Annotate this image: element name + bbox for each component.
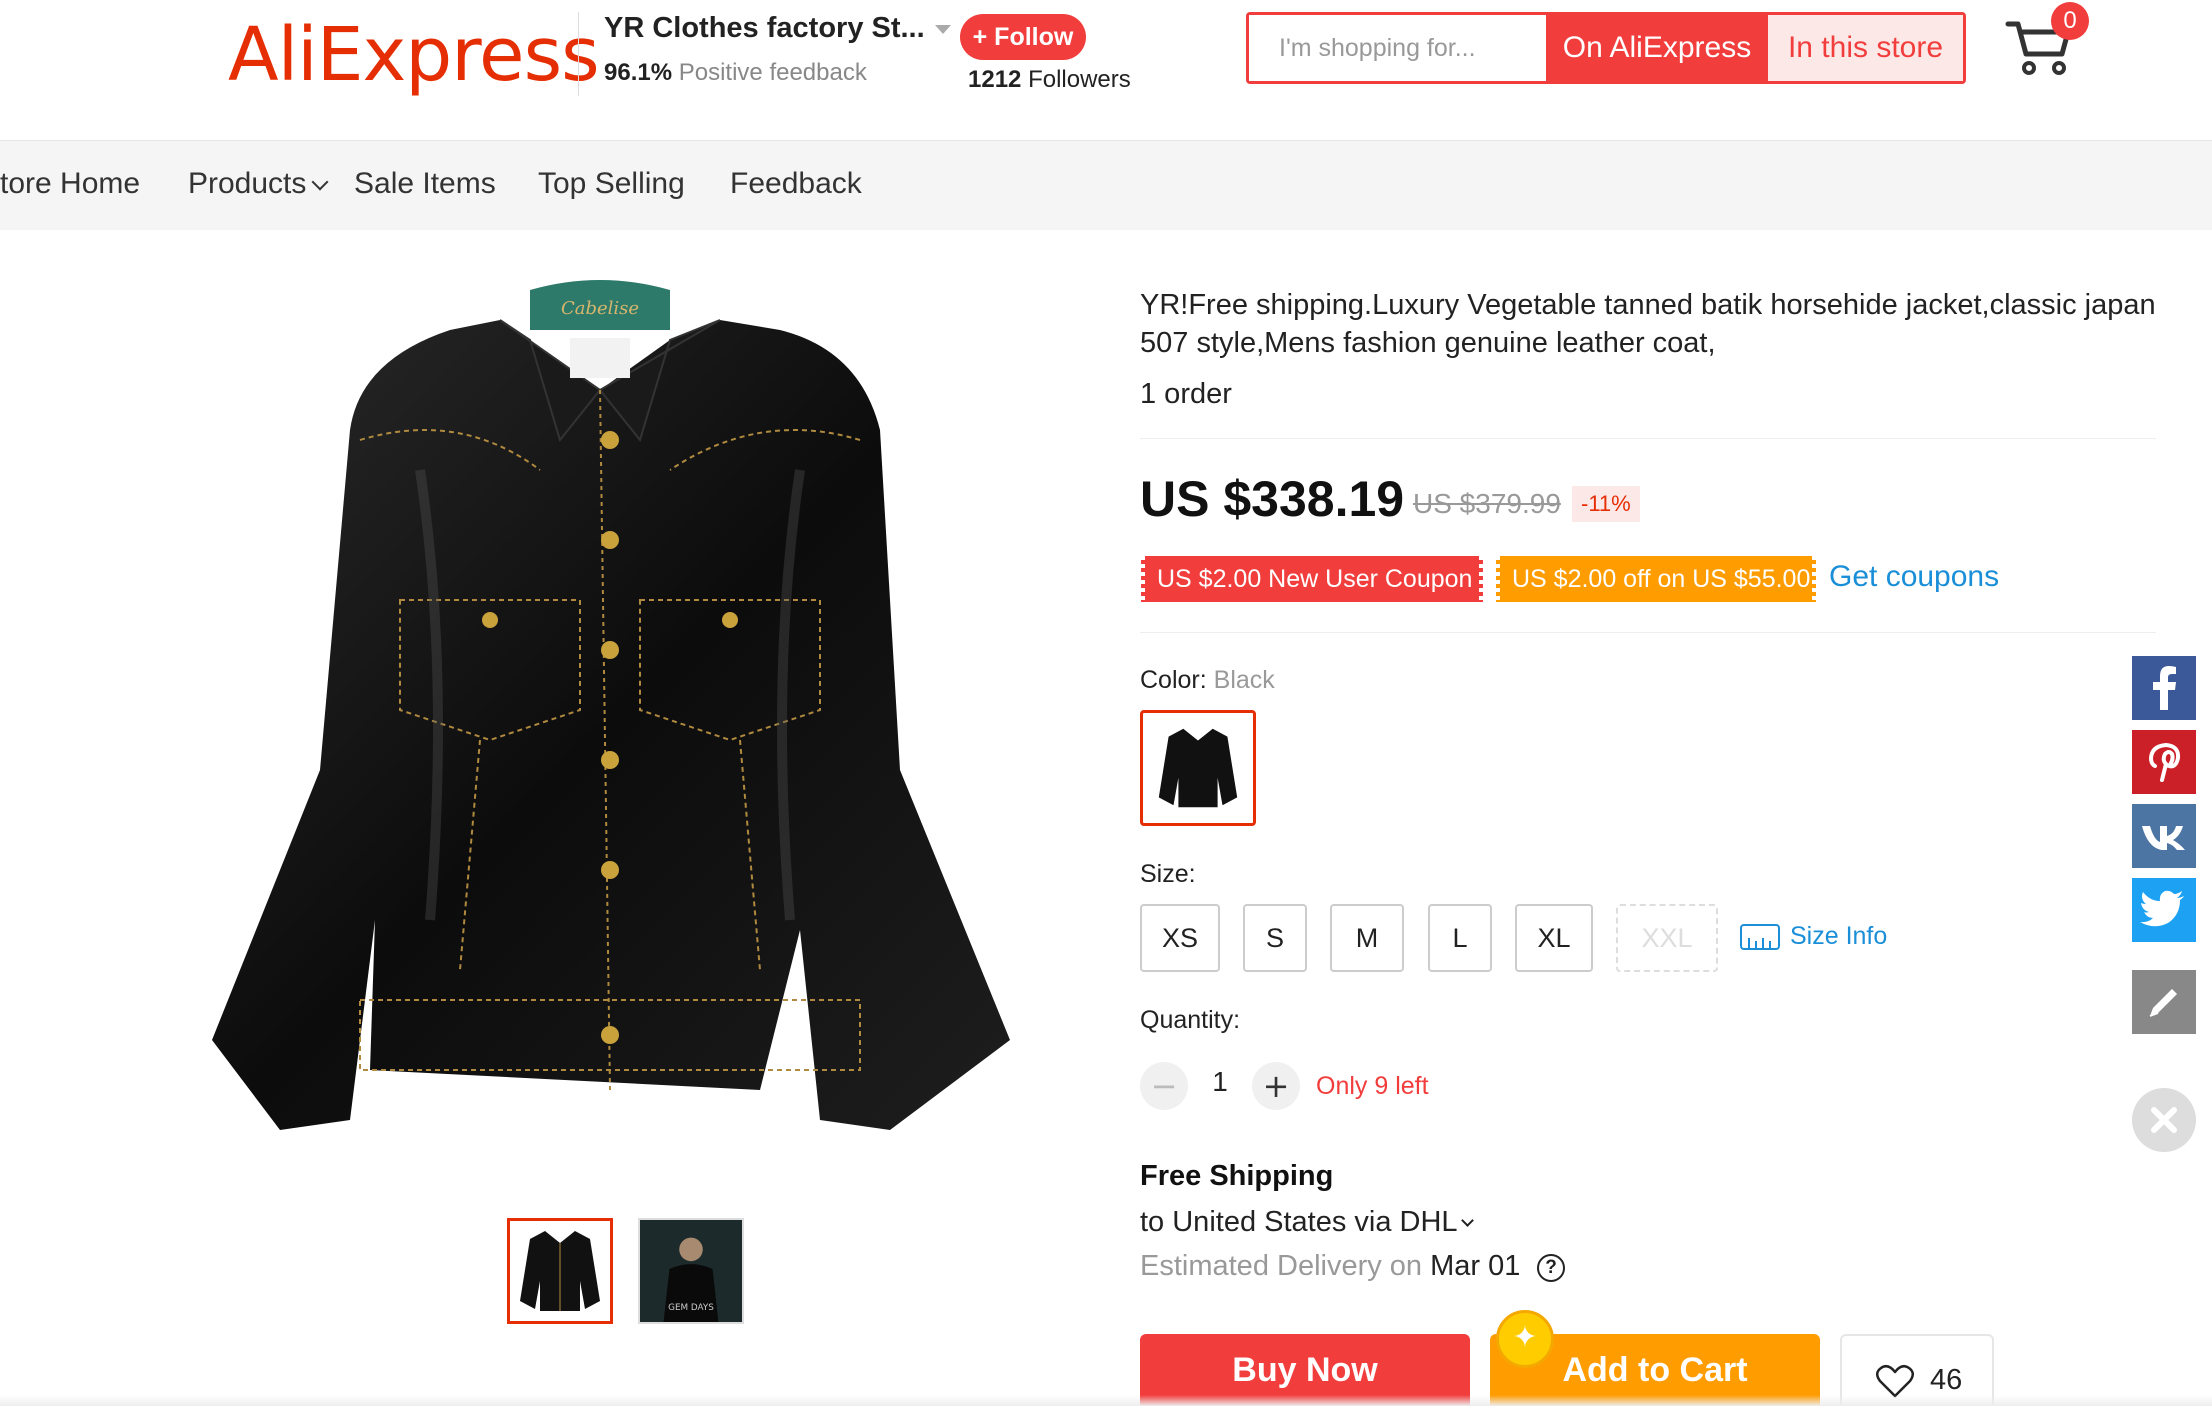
wishlist-count: 46: [1930, 1364, 1963, 1396]
store-nav: tore Home Products Sale Items Top Sellin…: [0, 141, 2212, 230]
follow-button[interactable]: + Follow: [960, 14, 1086, 60]
chevron-down-icon[interactable]: [1460, 1214, 1474, 1227]
shipping-destination-text[interactable]: to United States via DHL: [1140, 1206, 1458, 1238]
shipping-destination[interactable]: to United States via DHL: [1140, 1206, 1474, 1239]
product-title: YR!Free shipping.Luxury Vegetable tanned…: [1140, 289, 2156, 359]
new-user-coupon[interactable]: US $2.00 New User Coupon: [1141, 556, 1483, 602]
quantity-decrease-button[interactable]: −: [1140, 1062, 1188, 1110]
size-label: Size:: [1140, 860, 1196, 888]
size-xxl: XXL: [1616, 904, 1718, 972]
size-m[interactable]: M: [1330, 904, 1404, 972]
color-option-black[interactable]: [1140, 710, 1256, 826]
jacket-swatch-image: [1158, 728, 1238, 808]
store-info: YR Clothes factory St... 96.1% Positive …: [578, 12, 951, 96]
ruler-icon[interactable]: [1740, 924, 1780, 950]
get-coupons-link[interactable]: Get coupons: [1829, 560, 1999, 594]
nav-products-label[interactable]: Products: [188, 167, 306, 200]
heart-icon[interactable]: [1876, 1364, 1914, 1398]
edit-icon[interactable]: [2132, 970, 2196, 1034]
quantity-increase-button[interactable]: +: [1252, 1062, 1300, 1110]
pinterest-icon[interactable]: [2132, 730, 2196, 794]
current-price: US $338.19: [1140, 471, 1405, 527]
estimated-delivery: Estimated Delivery on Mar 01: [1140, 1250, 1520, 1283]
divider: [1140, 438, 2156, 439]
size-xs[interactable]: XS: [1140, 904, 1220, 972]
store-name[interactable]: YR Clothes factory St...: [604, 12, 925, 44]
followers-label: Followers: [1028, 66, 1131, 93]
help-icon[interactable]: ?: [1537, 1254, 1565, 1282]
size-l[interactable]: L: [1428, 904, 1492, 972]
delivery-date: Mar 01: [1430, 1250, 1521, 1282]
thumbnail-caption: GEM DAYS: [668, 1303, 714, 1313]
shipping-title: Free Shipping: [1140, 1160, 1334, 1192]
color-value: Black: [1213, 666, 1275, 694]
order-count: 1 order: [1140, 378, 1232, 410]
aliexpress-logo[interactable]: AliExpress: [228, 12, 600, 98]
store-coupon[interactable]: US $2.00 off on US $55.00: [1496, 556, 1816, 602]
site-header: AliExpress YR Clothes factory St... 96.1…: [0, 0, 2212, 141]
nav-feedback[interactable]: Feedback: [730, 167, 862, 201]
original-price: US $379.99: [1413, 488, 1561, 519]
nav-sale-items[interactable]: Sale Items: [354, 167, 496, 201]
color-label: Color: Black: [1140, 666, 1275, 695]
close-icon[interactable]: [2132, 1088, 2196, 1152]
bottom-shadow: [0, 1395, 2212, 1406]
cart-count-badge: 0: [2051, 2, 2089, 40]
nav-top-selling[interactable]: Top Selling: [538, 167, 685, 201]
followers-count: 1212 Followers: [968, 66, 1131, 94]
feedback-label: Positive feedback: [678, 59, 867, 86]
search-aliexpress-button[interactable]: On AliExpress: [1546, 15, 1768, 81]
quantity-label: Quantity:: [1140, 1006, 1241, 1034]
search-bar: On AliExpress In this store: [1246, 12, 1966, 84]
followers-number: 1212: [968, 66, 1022, 93]
size-xl[interactable]: XL: [1515, 904, 1593, 972]
jacket-thumbnail-image: [520, 1231, 600, 1311]
color-label-text: Color:: [1140, 666, 1207, 694]
nav-store-home[interactable]: tore Home: [0, 167, 140, 201]
divider: [1140, 632, 2156, 633]
store-feedback: 96.1% Positive feedback: [604, 59, 951, 87]
search-store-button[interactable]: In this store: [1768, 15, 1963, 81]
product-main-image[interactable]: Cabelise: [200, 270, 1030, 1150]
feedback-percent: 96.1%: [604, 59, 673, 86]
store-name-row[interactable]: YR Clothes factory St...: [604, 12, 951, 45]
vk-icon[interactable]: [2132, 804, 2196, 868]
size-s[interactable]: S: [1243, 904, 1307, 972]
twitter-icon[interactable]: [2132, 878, 2196, 942]
chevron-down-icon[interactable]: [934, 24, 951, 34]
model-thumbnail-image: GEM DAYS: [640, 1220, 742, 1322]
stock-remaining: Only 9 left: [1316, 1072, 1429, 1100]
size-info-link[interactable]: Size Info: [1790, 922, 1887, 951]
thumbnail-2[interactable]: GEM DAYS: [638, 1218, 744, 1324]
close-share-button[interactable]: [2132, 1088, 2196, 1152]
facebook-icon[interactable]: [2132, 656, 2196, 720]
chevron-down-icon[interactable]: [311, 173, 329, 191]
search-input[interactable]: [1249, 15, 1546, 81]
thumbnail-1[interactable]: [507, 1218, 613, 1324]
quantity-value[interactable]: 1: [1205, 1066, 1235, 1098]
discount-badge: -11%: [1572, 486, 1640, 522]
coin-icon: ✦: [1496, 1310, 1554, 1368]
hanger-label: Cabelise: [561, 298, 639, 319]
nav-products[interactable]: Products: [188, 167, 329, 201]
delivery-label: Estimated Delivery on: [1140, 1250, 1423, 1282]
